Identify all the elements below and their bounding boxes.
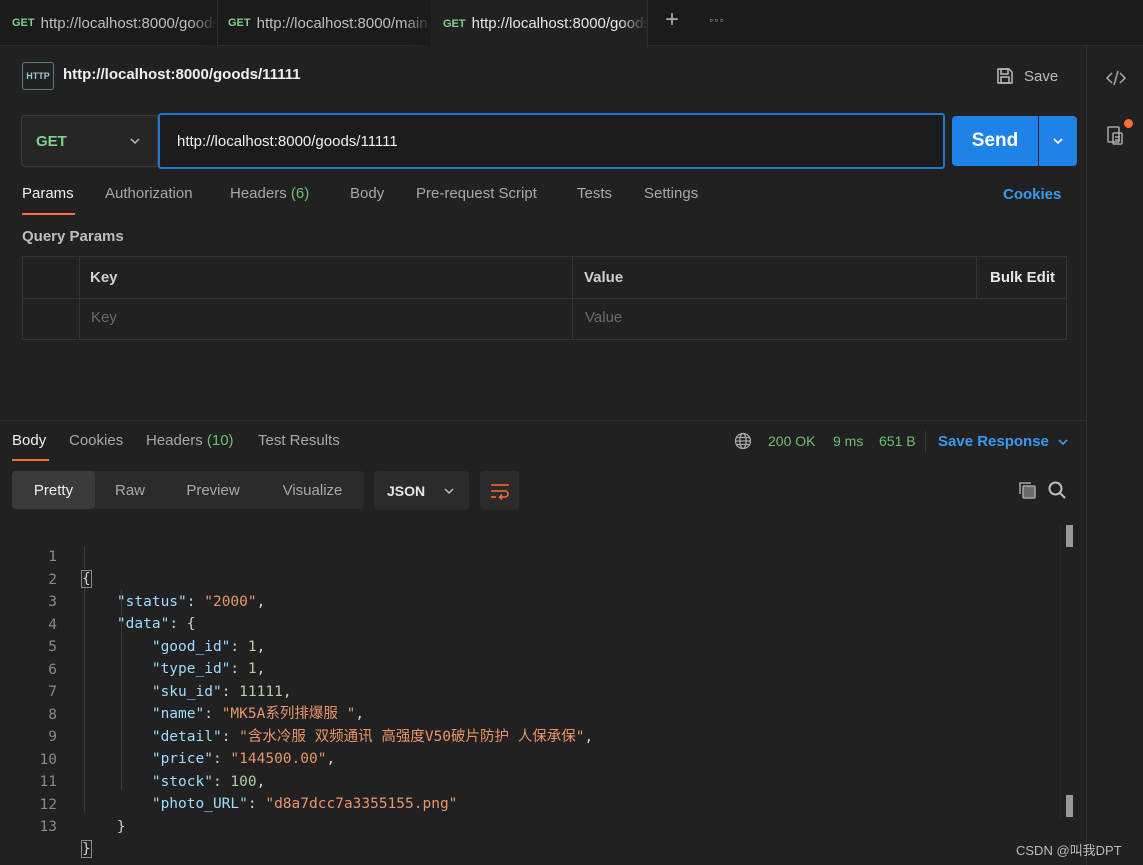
url-input[interactable]: http://localhost:8000/goods/11111 (158, 113, 945, 169)
tab-method: GET (443, 17, 466, 30)
view-mode-segmented-control: Pretty Raw Preview Visualize (12, 471, 364, 509)
mode-preview[interactable]: Preview (165, 471, 261, 509)
code-line: 12 } (0, 772, 1060, 835)
save-response-button[interactable]: Save Response (938, 433, 1069, 450)
code-line: 5 "type_id": 1, (0, 614, 1060, 677)
tab-strip: GET http://localhost:8000/goods/11111 GE… (0, 0, 1143, 47)
response-tab-headers[interactable]: Headers (10) (146, 432, 234, 449)
tab-method: GET (228, 17, 251, 29)
tab-headers[interactable]: Headers (6) (230, 185, 309, 202)
headers-count: (6) (290, 185, 310, 202)
copy-icon[interactable] (1017, 480, 1037, 500)
active-tab-indicator (22, 213, 75, 215)
tab-settings[interactable]: Settings (644, 185, 698, 202)
code-line: 6 "sku_id": 11111, (0, 637, 1060, 700)
code-snippet-icon[interactable] (1104, 66, 1128, 90)
active-response-tab-indicator (12, 459, 49, 461)
bulk-edit-button[interactable]: Bulk Edit (990, 269, 1055, 286)
documentation-icon[interactable] (1104, 124, 1128, 148)
response-tab-test-results[interactable]: Test Results (258, 432, 340, 449)
chevron-down-icon (444, 487, 454, 494)
pane-divider[interactable] (0, 420, 1086, 421)
response-tab-cookies[interactable]: Cookies (69, 432, 123, 449)
code-line: 10 "stock": 100, (0, 727, 1060, 790)
save-response-label: Save Response (938, 433, 1049, 450)
query-params-title: Query Params (22, 228, 124, 245)
table-header-row (23, 257, 1066, 299)
response-headers-count: (10) (206, 432, 234, 449)
chevron-down-icon (1053, 138, 1063, 145)
tab-body[interactable]: Body (350, 185, 384, 202)
code-line: 9 "price": "144500.00", (0, 704, 1060, 767)
tab-url: http://localhost:8000/main (256, 14, 428, 32)
watermark: CSDN @叫我DPT (1016, 843, 1122, 858)
query-params-table: Key Value Bulk Edit Key Value (22, 256, 1067, 340)
method-label: GET (36, 132, 67, 150)
tab-headers-label: Headers (230, 185, 287, 202)
chevron-down-icon (1058, 438, 1068, 445)
code-line: 3 "data": { (0, 569, 1060, 632)
request-title[interactable]: http://localhost:8000/goods/11111 (63, 66, 301, 83)
key-column-header: Key (90, 269, 118, 286)
response-headers-label: Headers (146, 432, 203, 449)
chevron-down-icon (130, 138, 140, 145)
http-request-icon: HTTP (22, 62, 54, 90)
mode-pretty[interactable]: Pretty (12, 471, 95, 509)
value-column-header: Value (584, 269, 624, 286)
cookies-link[interactable]: Cookies (1003, 186, 1061, 203)
value-input[interactable]: Value (585, 309, 622, 326)
code-line: 7 "name": "MK5A系列排爆服 ", (0, 659, 1060, 722)
tab-params[interactable]: Params (22, 185, 74, 202)
more-tabs-icon[interactable]: ◦◦◦ (706, 10, 728, 30)
save-button[interactable]: Save (995, 64, 1058, 88)
wrap-lines-icon (490, 483, 509, 500)
wrap-lines-button[interactable] (480, 471, 519, 510)
tab-prerequest-script[interactable]: Pre-request Script (416, 185, 537, 202)
response-tab-body[interactable]: Body (12, 432, 46, 449)
save-label: Save (1024, 67, 1059, 85)
mode-raw[interactable]: Raw (95, 471, 165, 509)
code-line: 2 "status": "2000", (0, 547, 1060, 610)
code-line: 13 } (0, 794, 1060, 858)
request-tab-1[interactable]: GET http://localhost:8000/goods/11111 (0, 0, 218, 46)
code-line: 11 "photo_URL": "d8a7dcc7a3355155.png" (0, 749, 1060, 812)
format-label: JSON (387, 482, 426, 499)
send-button[interactable]: Send (952, 116, 1038, 166)
request-tab-3-active[interactable]: GET http://localhost:8000/goods/11111 (431, 0, 648, 47)
response-size[interactable]: 651 B (879, 433, 916, 449)
status-code[interactable]: 200 OK (768, 433, 815, 449)
code-line: 4 "good_id": 1, (0, 592, 1060, 655)
new-tab-button[interactable]: + (660, 8, 684, 32)
tab-method: GET (12, 17, 35, 29)
mode-visualize[interactable]: Visualize (261, 471, 364, 509)
line-number: 13 (39, 819, 57, 835)
globe-icon[interactable] (734, 432, 752, 450)
key-input[interactable]: Key (91, 309, 117, 326)
tab-tests[interactable]: Tests (577, 185, 612, 202)
search-icon[interactable] (1047, 480, 1067, 500)
tab-authorization[interactable]: Authorization (105, 185, 193, 202)
save-icon (997, 68, 1013, 84)
request-tab-2[interactable]: GET http://localhost:8000/main (216, 0, 432, 46)
notification-dot (1124, 119, 1133, 128)
send-options-button[interactable] (1039, 116, 1077, 166)
response-body-viewer[interactable]: 1 { 2 "status": "2000", 3 "data": { 4 "g… (0, 524, 1086, 858)
right-sidebar (1086, 46, 1143, 865)
scrollbar-thumb[interactable] (1066, 525, 1073, 547)
code-line: 8 "detail": "含水冷服 双频通讯 高强度V50破片防护 人保承保", (0, 682, 1060, 745)
method-select[interactable]: GET (21, 115, 158, 167)
response-time[interactable]: 9 ms (833, 433, 863, 449)
format-select[interactable]: JSON (374, 471, 469, 510)
scrollbar-thumb[interactable] (1066, 795, 1073, 817)
code-line: 1 { (0, 524, 1060, 588)
